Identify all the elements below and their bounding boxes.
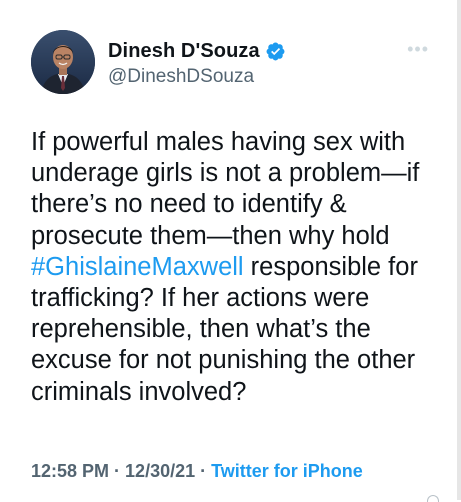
tweet-time[interactable]: 12:58 PM xyxy=(31,461,109,481)
avatar[interactable] xyxy=(31,30,95,94)
avatar-image xyxy=(31,30,95,94)
more-options-icon[interactable]: ••• xyxy=(407,40,429,58)
tweet-text: If powerful males having sex with undera… xyxy=(31,127,441,408)
verified-badge-icon xyxy=(265,41,286,62)
author-handle[interactable]: @DineshDSouza xyxy=(108,66,254,88)
author-name-row[interactable]: Dinesh D'Souza xyxy=(108,40,286,63)
hashtag-link[interactable]: #GhislaineMaxwell xyxy=(31,253,244,281)
meta-separator-2: · xyxy=(195,461,212,481)
tweet-metadata: 12:58 PM · 12/30/21 · Twitter for iPhone xyxy=(31,461,363,482)
tweet-source-link[interactable]: Twitter for iPhone xyxy=(211,461,363,481)
tweet-text-before: If powerful males having sex with undera… xyxy=(31,128,427,250)
partial-icon xyxy=(427,495,439,502)
meta-separator: · xyxy=(109,461,126,481)
tweet-card: Dinesh D'Souza @DineshDSouza ••• If powe… xyxy=(0,0,461,502)
tweet-date[interactable]: 12/30/21 xyxy=(125,461,195,481)
author-name[interactable]: Dinesh D'Souza xyxy=(108,40,260,63)
